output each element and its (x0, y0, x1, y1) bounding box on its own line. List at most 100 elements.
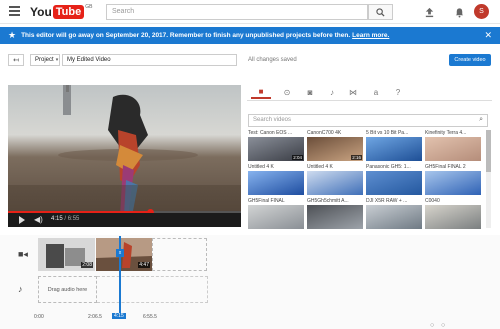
current-time: 4:15 (51, 216, 63, 222)
transitions-tab[interactable]: ⋈ (343, 85, 363, 99)
music-tab[interactable]: ♪ (322, 85, 342, 99)
video-thumbnail[interactable]: 5 Bit vs 10 Bit Pa... (366, 130, 422, 162)
tabs-divider (247, 100, 492, 101)
search-icon (376, 7, 385, 17)
playhead-time: 4:15 (112, 313, 126, 319)
editor-toolbar: ↤ Project ▾ My Edited Video All changes … (0, 50, 500, 70)
preview-frame (8, 85, 241, 216)
audio-track-empty-area[interactable] (97, 276, 208, 303)
video-title: GH5Final FINAL 2 (425, 164, 466, 170)
video-title: Untitled 4 K (307, 164, 333, 170)
text-tab[interactable]: a (366, 85, 386, 99)
video-thumbnail-image (307, 205, 363, 229)
banner-text: This editor will go away on September 20… (21, 32, 351, 39)
video-library-grid: Test: Canon EOS ... 2:04 CanonC700 4K 2:16 5… (248, 130, 484, 230)
video-title: 5 Bit vs 10 Bit Pa... (366, 130, 409, 136)
avatar[interactable]: S (474, 4, 489, 19)
video-thumbnail-image (425, 205, 481, 229)
video-thumbnail[interactable]: C0040 (425, 198, 481, 230)
deprecation-banner: ★ This editor will go away on September … (0, 27, 500, 44)
video-thumbnail-image (248, 205, 304, 229)
star-icon: ★ (8, 30, 17, 40)
back-arrow-icon: ↤ (13, 57, 19, 64)
video-thumbnail-image (366, 171, 422, 195)
timeline-clip[interactable]: 2:08 (38, 238, 95, 271)
video-tab[interactable]: ■ (251, 85, 271, 99)
video-thumbnail[interactable]: CanonC700 4K 2:16 (307, 130, 363, 162)
video-thumbnail-image (307, 171, 363, 195)
video-title: C0040 (425, 198, 440, 204)
play-icon[interactable] (19, 216, 25, 224)
total-time: 6:55 (67, 216, 80, 222)
logo-country: GB (85, 4, 93, 10)
help-tab[interactable]: ? (388, 85, 408, 99)
audio-drop-zone[interactable]: Drag audio here (38, 276, 97, 303)
learn-more-link[interactable]: Learn more. (352, 32, 389, 39)
close-icon[interactable]: ✕ (484, 30, 492, 41)
logo-you: You (30, 5, 52, 19)
upload-icon[interactable] (422, 5, 436, 19)
video-camera-icon: ■◂ (18, 249, 28, 259)
video-thumbnail-image (248, 171, 304, 195)
zoom-out-icon[interactable]: ○ (430, 322, 434, 329)
playhead[interactable] (119, 236, 121, 316)
video-thumbnail[interactable]: Panasonic GH5: 1... (366, 164, 422, 196)
video-thumbnail[interactable]: GH5Gh5chmitt A... (307, 198, 363, 230)
hamburger-icon[interactable] (9, 6, 20, 16)
photo-tab[interactable]: ◙ (300, 85, 320, 99)
video-title: DJI X5R RAW + ... (366, 198, 408, 204)
timeline-clip[interactable]: 4:47 (96, 238, 152, 271)
video-duration: 2:16 (351, 155, 362, 160)
project-label: Project (35, 57, 54, 63)
youtube-logo[interactable]: You Tube GB (30, 4, 92, 20)
video-search-input[interactable]: Search videos ⌕ (248, 114, 488, 127)
video-title: CanonC700 4K (307, 130, 342, 136)
video-title: GH5Gh5chmitt A... (307, 198, 349, 204)
playhead-marker[interactable]: x (116, 249, 124, 257)
video-thumbnail[interactable]: DJI X5R RAW + ... (366, 198, 422, 230)
project-name-field[interactable]: My Edited Video (62, 54, 237, 66)
project-dropdown[interactable]: Project ▾ (30, 54, 60, 66)
search-icon: ⌕ (479, 116, 483, 123)
bell-icon[interactable] (452, 5, 466, 19)
video-title: GH5Final FINAL (248, 198, 285, 204)
video-search-placeholder: Search videos (253, 117, 292, 123)
video-duration: 2:04 (292, 155, 303, 160)
zoom-in-icon[interactable]: ○ (441, 322, 445, 329)
video-thumbnail-image (366, 137, 422, 161)
video-preview[interactable] (8, 85, 241, 216)
music-note-icon: ♪ (18, 284, 23, 294)
video-thumbnail-image (366, 205, 422, 229)
video-title: Test: Canon EOS ... (248, 130, 293, 136)
clip-duration: 2:08 (81, 262, 93, 268)
timeline-tick: 6:55.5 (143, 314, 157, 320)
video-title: Kinefinity Terra 4... (425, 130, 467, 136)
video-thumbnail-image (425, 171, 481, 195)
create-video-button[interactable]: Create video (449, 54, 491, 66)
creative-commons-tab[interactable]: ⊙ (277, 85, 297, 99)
chevron-down-icon: ▾ (55, 57, 59, 63)
library-tabs: ■ ⊙ ◙ ♪ ⋈ a? (247, 85, 492, 101)
video-thumbnail-image (425, 137, 481, 161)
video-thumbnail[interactable]: Test: Canon EOS ... 2:04 (248, 130, 304, 162)
player-controls: ◀) 4:15 / 6:55 (8, 213, 241, 227)
save-status: All changes saved (248, 57, 297, 63)
video-track-empty-area[interactable] (152, 238, 207, 271)
video-thumbnail[interactable]: Kinefinity Terra 4... (425, 130, 481, 162)
timeline-tick: 0:00 (34, 314, 44, 320)
video-thumbnail[interactable]: GH5Final FINAL (248, 198, 304, 230)
back-button[interactable]: ↤ (8, 54, 24, 66)
timeline-tick: 2:06.5 (88, 314, 102, 320)
search-button[interactable] (368, 4, 393, 20)
search-input[interactable]: Search (106, 4, 368, 20)
volume-icon[interactable]: ◀) (34, 215, 43, 224)
video-thumbnail[interactable]: Untitled 4 K (307, 164, 363, 196)
video-title: Untitled 4 K (248, 164, 274, 170)
video-thumbnail[interactable]: GH5Final FINAL 2 (425, 164, 481, 196)
clip-duration: 4:47 (138, 262, 150, 268)
video-thumbnail[interactable]: Untitled 4 K (248, 164, 304, 196)
logo-tube: Tube (52, 5, 85, 19)
player-time: 4:15 / 6:55 (51, 216, 80, 222)
library-scrollbar[interactable] (486, 130, 491, 228)
scrollbar-thumb[interactable] (486, 130, 491, 172)
